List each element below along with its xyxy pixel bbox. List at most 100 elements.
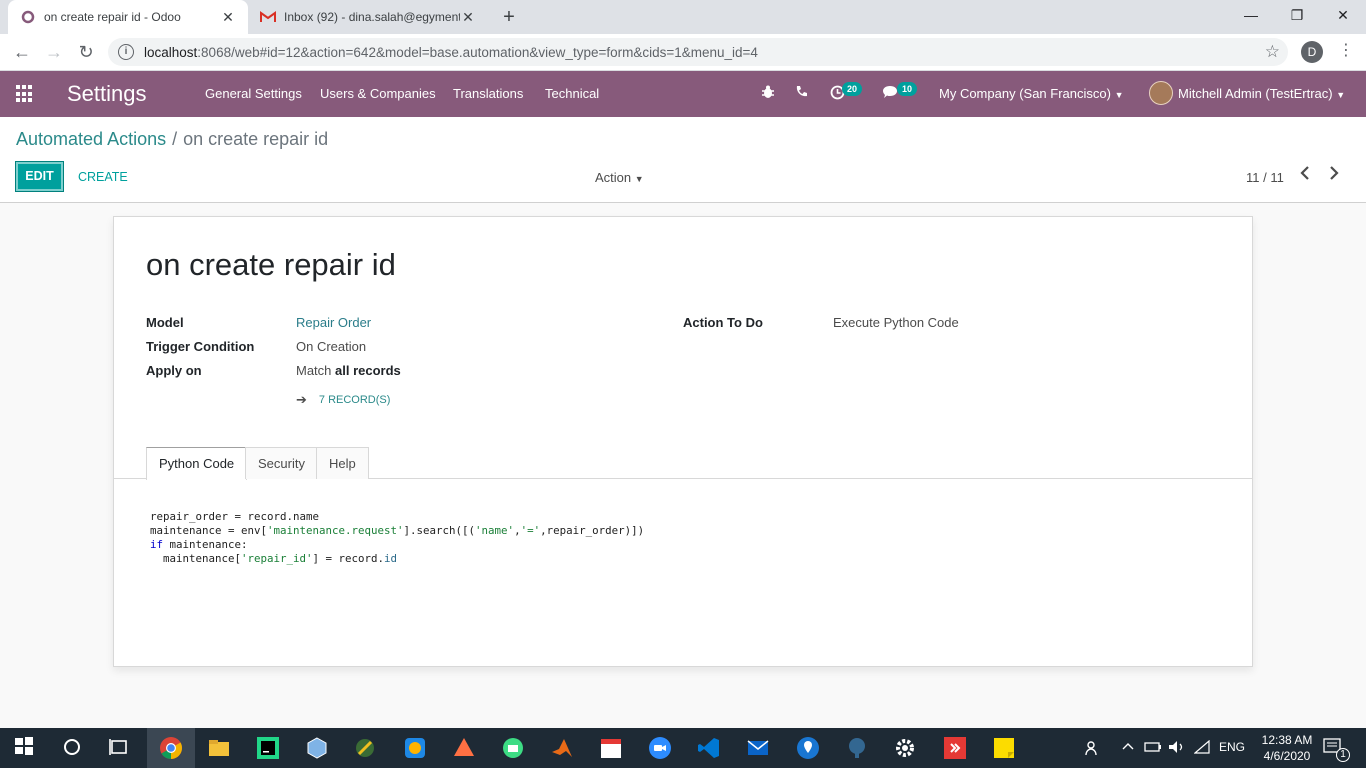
menu-general-settings[interactable]: General Settings [205, 86, 302, 101]
vscode-icon[interactable] [697, 736, 721, 760]
action-dropdown-label: Action [595, 170, 632, 185]
tab-security[interactable]: Security [245, 447, 318, 479]
apply-on-value: Match all records [296, 363, 401, 378]
clock-date: 4/6/2020 [1263, 749, 1311, 763]
browser-tab-odoo[interactable]: on create repair id - Odoo ✕ [8, 0, 248, 34]
menu-technical[interactable]: Technical [545, 86, 599, 101]
volume-icon[interactable] [1168, 740, 1186, 757]
records-button[interactable]: ➔ 7 RECORD(S) [296, 392, 390, 408]
model-label: Model [146, 315, 184, 330]
app-orange-icon[interactable] [452, 736, 476, 760]
forward-icon[interactable]: → [42, 40, 66, 64]
system-clock[interactable]: 12:38 AM 4/6/2020 [1256, 732, 1318, 764]
mail-icon[interactable] [746, 736, 770, 760]
virtualbox-icon[interactable] [305, 736, 329, 760]
browser-tab-strip: on create repair id - Odoo ✕ Inbox (92) … [0, 0, 1366, 34]
code-line: repair_order = record.name [150, 510, 320, 523]
app-green-icon[interactable] [353, 736, 377, 760]
pager-next-icon[interactable] [1329, 166, 1339, 185]
chevron-up-icon[interactable] [1122, 740, 1134, 755]
apply-on-label: Apply on [146, 363, 202, 378]
file-explorer-icon[interactable] [207, 736, 231, 760]
pager-previous-icon[interactable] [1300, 166, 1310, 185]
app-blue-orange-icon[interactable] [403, 736, 427, 760]
settings-gear-icon[interactable] [893, 736, 917, 760]
trigger-condition-value: On Creation [296, 339, 367, 354]
browser-tab-gmail[interactable]: Inbox (92) - dina.salah@egyment ✕ [248, 0, 488, 34]
code-line: if maintenance: [150, 538, 248, 551]
close-window-icon[interactable]: ✕ [1320, 0, 1366, 30]
pycharm-icon[interactable] [256, 736, 280, 760]
create-button[interactable]: CREATE [78, 170, 128, 184]
tab-python-code[interactable]: Python Code [146, 447, 248, 480]
code-line: maintenance = env['maintenance.request']… [150, 524, 645, 537]
anydesk-icon[interactable] [943, 736, 967, 760]
record-title: on create repair id [146, 247, 396, 282]
minimize-icon[interactable]: — [1228, 0, 1274, 30]
notification-count-badge: 1 [1336, 748, 1350, 762]
form-sheet: on create repair id Model Repair Order T… [113, 216, 1253, 667]
close-tab-icon[interactable]: ✕ [460, 9, 476, 26]
clock-time: 12:38 AM [1261, 733, 1313, 747]
apps-menu-icon[interactable] [16, 85, 34, 103]
input-language[interactable]: ENG [1219, 740, 1245, 754]
postgresql-icon[interactable] [845, 736, 869, 760]
breadcrumb-current: on create repair id [183, 129, 329, 149]
menu-translations[interactable]: Translations [453, 86, 523, 101]
breadcrumb-automated-actions[interactable]: Automated Actions [16, 129, 166, 149]
menu-users-companies[interactable]: Users & Companies [320, 86, 436, 101]
windows-start-icon[interactable] [14, 736, 38, 760]
bookmark-star-icon[interactable]: ☆ [1265, 42, 1280, 62]
phone-icon[interactable] [795, 85, 808, 101]
apply-on-domain: all records [335, 363, 401, 378]
app-calendar-icon[interactable] [599, 736, 623, 760]
sticky-notes-icon[interactable] [992, 736, 1016, 760]
edit-button[interactable]: EDIT [15, 161, 64, 192]
search-circle-icon[interactable] [61, 736, 85, 760]
user-avatar[interactable] [1149, 81, 1173, 105]
pager-value[interactable]: 11 / 11 [1246, 170, 1284, 185]
people-icon[interactable] [1085, 740, 1101, 759]
browser-menu-icon[interactable]: ⋮ [1338, 40, 1354, 60]
gmail-icon [260, 9, 276, 25]
records-button-label: 7 RECORD(S) [318, 394, 391, 406]
reload-icon[interactable]: ↻ [74, 40, 98, 64]
user-menu[interactable]: Mitchell Admin (TestErtrac) ▼ [1178, 86, 1345, 101]
close-tab-icon[interactable]: ✕ [220, 9, 236, 26]
company-name: My Company (San Francisco) [939, 86, 1111, 101]
browser-tab-title: on create repair id - Odoo [44, 10, 181, 24]
profile-avatar[interactable]: D [1301, 41, 1323, 63]
model-value-link[interactable]: Repair Order [296, 315, 371, 330]
arrow-right-icon: ➔ [296, 392, 307, 407]
zoom-icon[interactable] [648, 736, 672, 760]
windows-taskbar: ENG 12:38 AM 4/6/2020 1 [0, 728, 1366, 768]
android-studio-icon[interactable] [501, 736, 525, 760]
user-name: Mitchell Admin (TestErtrac) [1178, 86, 1333, 101]
wifi-icon[interactable] [1193, 739, 1210, 757]
site-info-icon[interactable]: i [118, 44, 134, 60]
restore-icon[interactable]: ❐ [1274, 0, 1320, 30]
browser-toolbar: ← → ↻ i localhost:8068/web#id=12&action=… [0, 34, 1366, 71]
battery-icon[interactable] [1144, 740, 1162, 757]
back-icon[interactable]: ← [10, 40, 34, 64]
tab-help[interactable]: Help [316, 447, 369, 479]
task-view-icon[interactable] [108, 736, 132, 760]
control-panel: Automated Actions / on create repair id ED… [0, 117, 1366, 203]
action-dropdown[interactable]: Action ▼ [595, 170, 644, 185]
caret-down-icon: ▼ [634, 174, 644, 184]
trigger-condition-label: Trigger Condition [146, 339, 255, 354]
caret-down-icon: ▼ [1336, 90, 1346, 100]
debug-bug-icon[interactable] [761, 85, 775, 102]
company-switcher[interactable]: My Company (San Francisco) ▼ [939, 86, 1124, 101]
python-code-editor[interactable]: repair_order = record.name maintenance = … [150, 510, 644, 566]
maps-pin-icon[interactable] [796, 736, 820, 760]
code-line: maintenance['repair_id'] = record.id [150, 552, 398, 565]
chrome-icon[interactable] [159, 736, 183, 760]
new-tab-button[interactable]: + [498, 6, 520, 28]
odoo-icon [20, 9, 36, 25]
matlab-icon[interactable] [550, 736, 574, 760]
breadcrumb: Automated Actions / on create repair id [16, 129, 328, 150]
address-bar[interactable]: i localhost:8068/web#id=12&action=642&mo… [108, 38, 1288, 66]
url-path: :8068/web#id=12&action=642&model=base.au… [197, 44, 758, 60]
action-to-do-value: Execute Python Code [833, 315, 959, 330]
